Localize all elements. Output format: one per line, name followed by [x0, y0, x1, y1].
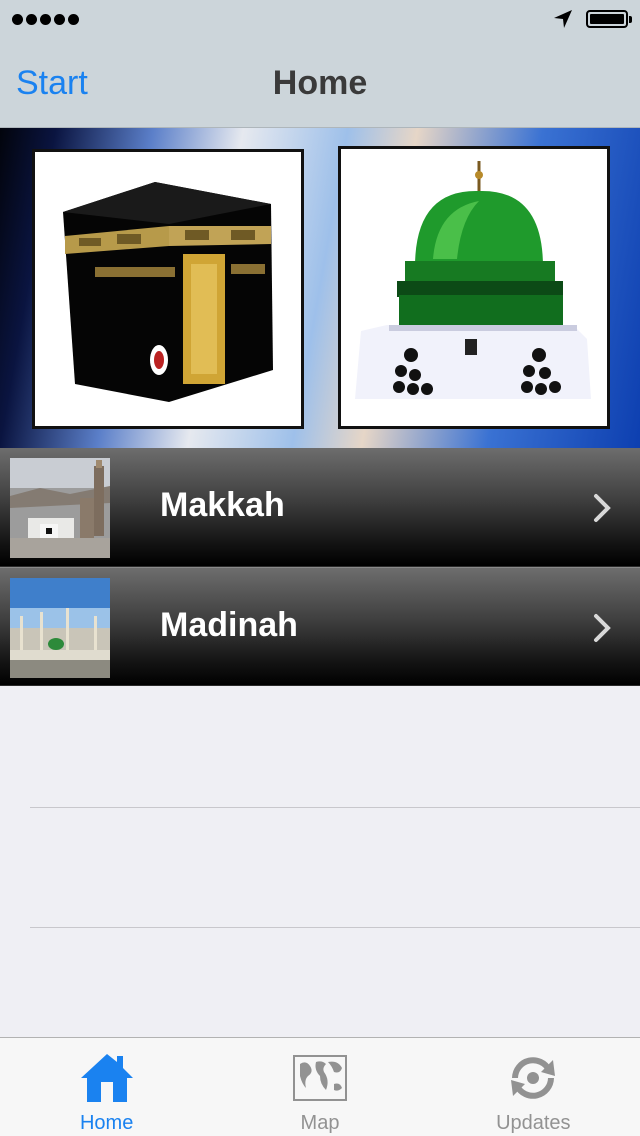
list-item-label: Madinah	[160, 606, 298, 644]
list-item-makkah[interactable]: Makkah	[0, 448, 640, 567]
empty-row-separator	[30, 807, 640, 808]
city-list: Makkah Madinah	[0, 448, 640, 686]
updates-icon	[511, 1057, 556, 1099]
madinah-thumbnail	[10, 578, 110, 678]
map-icon	[292, 1055, 347, 1101]
tab-map[interactable]: Map	[213, 1038, 426, 1136]
makkah-thumbnail	[10, 458, 110, 558]
tab-label: Updates	[496, 1112, 571, 1134]
tab-label: Home	[79, 1112, 134, 1134]
tab-bar: Home Map Updates	[0, 1037, 640, 1136]
battery-icon	[586, 10, 632, 28]
page-title: Home	[272, 64, 368, 102]
header-banner	[0, 128, 640, 448]
location-arrow-icon	[554, 10, 572, 28]
green-dome-image	[338, 146, 610, 429]
signal-dots-icon	[12, 14, 79, 25]
tab-updates[interactable]: Updates	[427, 1038, 640, 1136]
list-item-label: Makkah	[160, 486, 285, 524]
chevron-right-icon	[594, 494, 611, 522]
status-right	[552, 8, 632, 30]
status-bar	[0, 0, 640, 40]
tab-home[interactable]: Home	[0, 1038, 213, 1136]
home-icon	[80, 1054, 133, 1102]
tab-label: Map	[300, 1112, 340, 1134]
chevron-right-icon	[594, 614, 611, 642]
list-item-madinah[interactable]: Madinah	[0, 567, 640, 686]
kaaba-image	[32, 149, 304, 429]
navigation-bar: Start Home	[0, 40, 640, 128]
empty-row-separator	[30, 927, 640, 928]
